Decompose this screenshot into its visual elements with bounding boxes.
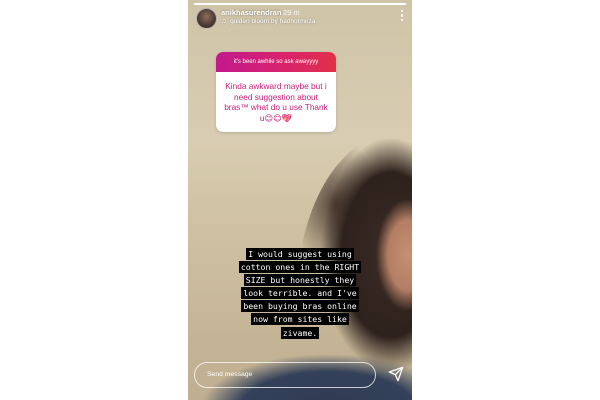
caption-line: SIZE but honestly they <box>243 274 357 287</box>
username[interactable]: anikhasurendran <box>221 8 281 17</box>
music-artist: hadhotmirza <box>279 18 316 25</box>
caption-line: I would suggest using <box>246 248 354 260</box>
music-track: golden bloom <box>230 18 270 25</box>
question-prompt: it's been awhile so ask awayyyy <box>216 52 336 72</box>
question-sticker[interactable]: it's been awhile so ask awayyyy Kinda aw… <box>216 52 336 132</box>
caption-line: been buying bras online <box>241 300 359 313</box>
question-text: Kinda awkward maybe but i need suggestio… <box>224 81 328 123</box>
caption-line: zivame. <box>280 326 320 339</box>
caption-line: cotton ones in the RIGHT <box>238 261 362 274</box>
caption-line: now from sites like <box>251 313 349 326</box>
more-vertical-icon[interactable] <box>400 10 404 24</box>
music-attribution[interactable]: ♫ golden bloom by hadhotmirza <box>221 18 315 25</box>
caption-text: I would suggest using cotton ones in the… <box>202 248 398 340</box>
caption-line: look terrible. and I've <box>241 287 359 300</box>
story-progress-bar <box>194 3 406 5</box>
send-message-input[interactable]: Send message <box>194 362 376 388</box>
music-note-icon: ♫ <box>221 18 227 25</box>
story-view: anikhasurendran 29 m ♫ golden bloom by h… <box>188 0 412 400</box>
avatar[interactable] <box>196 8 217 29</box>
paper-plane-icon[interactable] <box>388 366 404 382</box>
music-by-label: by <box>270 18 278 25</box>
timestamp: 29 m <box>283 8 300 17</box>
story-progress-fill <box>194 3 406 5</box>
send-message-placeholder: Send message <box>207 371 253 378</box>
